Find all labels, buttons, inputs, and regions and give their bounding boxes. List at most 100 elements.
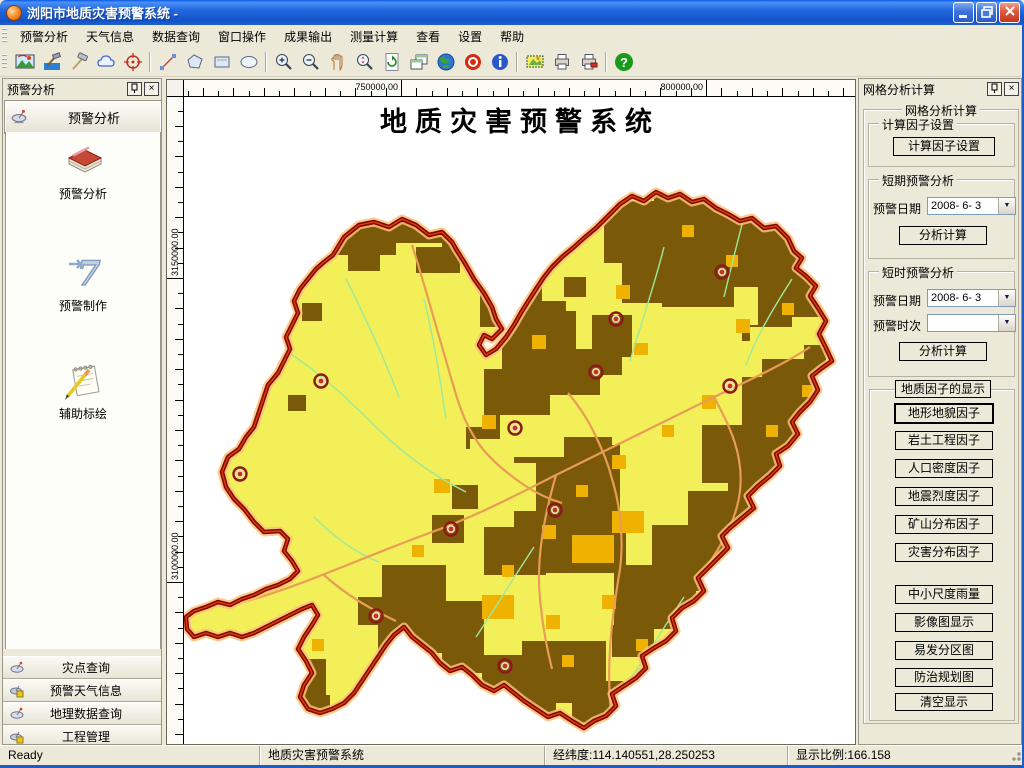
cascade-windows-icon[interactable] (405, 49, 432, 74)
ruler-tick (782, 88, 783, 96)
clear-display-button[interactable]: 清空显示 (895, 693, 993, 711)
resize-grip[interactable] (1008, 748, 1022, 762)
map-svg[interactable]: 地质灾害预警系统 (184, 97, 856, 745)
map-view-icon[interactable] (521, 49, 548, 74)
short-time-times-combo[interactable]: ▼ (927, 314, 1016, 332)
left-panel-header: 预警分析 × (3, 79, 161, 99)
draw-polygon-icon[interactable] (181, 49, 208, 74)
calc-factor-group-label: 计算因子设置 (879, 116, 957, 133)
terrain-factor-button[interactable]: 地形地貌因子 (894, 403, 994, 424)
menu-view[interactable]: 查看 (407, 26, 449, 47)
draw-ellipse-icon[interactable] (235, 49, 262, 74)
geotech-factor-button[interactable]: 岩土工程因子 (895, 431, 993, 450)
chevron-down-icon[interactable]: ▼ (998, 315, 1015, 331)
chevron-down-icon[interactable]: ▼ (998, 290, 1015, 306)
short-time-date-value: 2008- 6- 3 (931, 291, 981, 305)
image-export-icon[interactable] (11, 49, 38, 74)
draw-rectangle-icon[interactable] (208, 49, 235, 74)
bar-project-management[interactable]: 工程管理 (3, 725, 161, 745)
calc-factor-settings-button[interactable]: 计算因子设置 (893, 137, 995, 156)
item-auxiliary-plot[interactable]: 辅助标绘 (6, 360, 160, 422)
short-time-analyze-button[interactable]: 分析计算 (899, 342, 987, 361)
status-scale: 显示比例:166.158 (788, 746, 1004, 766)
svg-text:?: ? (620, 55, 628, 70)
short-time-date-combo[interactable]: 2008- 6- 3 ▼ (927, 289, 1016, 307)
item-warning-production[interactable]: 7 预警制作 (6, 252, 160, 314)
short-time-group-label: 短时预警分析 (879, 264, 957, 281)
ruler-tick (175, 369, 183, 370)
menu-grip[interactable] (2, 28, 7, 44)
warning-make-icon: 7 (61, 252, 105, 292)
toolbar-separator (605, 52, 607, 72)
pan-icon[interactable] (324, 49, 351, 74)
ruler-tick (178, 354, 183, 355)
refresh-icon[interactable] (378, 49, 405, 74)
menu-data-query[interactable]: 数据查询 (143, 26, 209, 47)
ruler-top-label: 750000.00 (325, 82, 398, 92)
ruler-tick (175, 734, 183, 735)
cloud-icon[interactable] (92, 49, 119, 74)
chevron-down-icon[interactable]: ▼ (998, 198, 1015, 214)
menu-warning-analysis[interactable]: 预警分析 (11, 26, 77, 47)
ruler-tick (233, 88, 234, 96)
dish-star-icon (9, 683, 25, 699)
stop-icon[interactable] (459, 49, 486, 74)
pin-icon[interactable] (127, 82, 142, 96)
minimize-button[interactable] (953, 2, 974, 23)
hazard-factor-button[interactable]: 灾害分布因子 (895, 543, 993, 562)
item-warning-analysis[interactable]: 预警分析 (6, 140, 160, 202)
imagery-button[interactable]: 影像图显示 (895, 613, 993, 632)
toolbar-grip[interactable] (2, 54, 7, 70)
draw-line-icon[interactable] (154, 49, 181, 74)
zoom-out-icon[interactable] (297, 49, 324, 74)
hammer-icon[interactable] (65, 49, 92, 74)
hammer-water-icon[interactable] (38, 49, 65, 74)
zoom-in-icon[interactable] (270, 49, 297, 74)
ruler-tick (523, 91, 524, 96)
short-term-date-combo[interactable]: 2008- 6- 3 ▼ (927, 197, 1016, 215)
mine-factor-button[interactable]: 矿山分布因子 (895, 515, 993, 534)
locate-target-icon[interactable] (119, 49, 146, 74)
close-icon[interactable]: × (1004, 82, 1019, 96)
status-ready: Ready (0, 746, 260, 766)
help-icon[interactable]: ? (610, 49, 637, 74)
bar-geodata-query[interactable]: 地理数据查询 (3, 702, 161, 725)
close-icon[interactable]: × (144, 82, 159, 96)
ruler-tick (737, 91, 738, 96)
menu-measure-calc[interactable]: 测量计算 (341, 26, 407, 47)
menu-result-output[interactable]: 成果输出 (275, 26, 341, 47)
susceptibility-map-button[interactable]: 易发分区图 (895, 641, 993, 660)
ruler-tick (175, 491, 183, 492)
bar-disaster-point-query[interactable]: 灾点查询 (3, 656, 161, 679)
status-app-name: 地质灾害预警系统 (260, 746, 545, 766)
population-factor-button[interactable]: 人口密度因子 (895, 459, 993, 478)
ruler-tick (706, 80, 707, 96)
rainfall-button[interactable]: 中小尺度雨量 (895, 585, 993, 604)
close-button[interactable] (999, 2, 1020, 23)
print-icon[interactable] (548, 49, 575, 74)
menu-window-ops[interactable]: 窗口操作 (209, 26, 275, 47)
seismic-factor-button[interactable]: 地震烈度因子 (895, 487, 993, 506)
ruler-tick (175, 430, 183, 431)
ruler-tick (188, 91, 189, 96)
left-panel-group-bar[interactable]: 预警分析 (5, 101, 161, 133)
bar-warning-weather-info[interactable]: 预警天气信息 (3, 679, 161, 702)
menu-weather-info[interactable]: 天气信息 (77, 26, 143, 47)
pin-icon[interactable] (987, 82, 1002, 96)
map-canvas[interactable]: 地质灾害预警系统 (184, 97, 855, 744)
print-setup-icon[interactable] (575, 49, 602, 74)
globe-icon[interactable] (432, 49, 459, 74)
ruler-tick (178, 111, 183, 112)
ruler-tick (203, 88, 204, 96)
menu-help[interactable]: 帮助 (491, 26, 533, 47)
factor-display-label-button[interactable]: 地质因子的显示 (895, 380, 991, 398)
prevention-plan-button[interactable]: 防治规划图 (895, 668, 993, 687)
bar-label: 工程管理 (29, 728, 143, 745)
info-icon[interactable] (486, 49, 513, 74)
menu-settings[interactable]: 设置 (449, 26, 491, 47)
restore-button[interactable] (976, 2, 997, 23)
ruler-tick (175, 673, 183, 674)
zoom-extent-icon[interactable] (351, 49, 378, 74)
ruler-tick (178, 476, 183, 477)
short-term-analyze-button[interactable]: 分析计算 (899, 226, 987, 245)
